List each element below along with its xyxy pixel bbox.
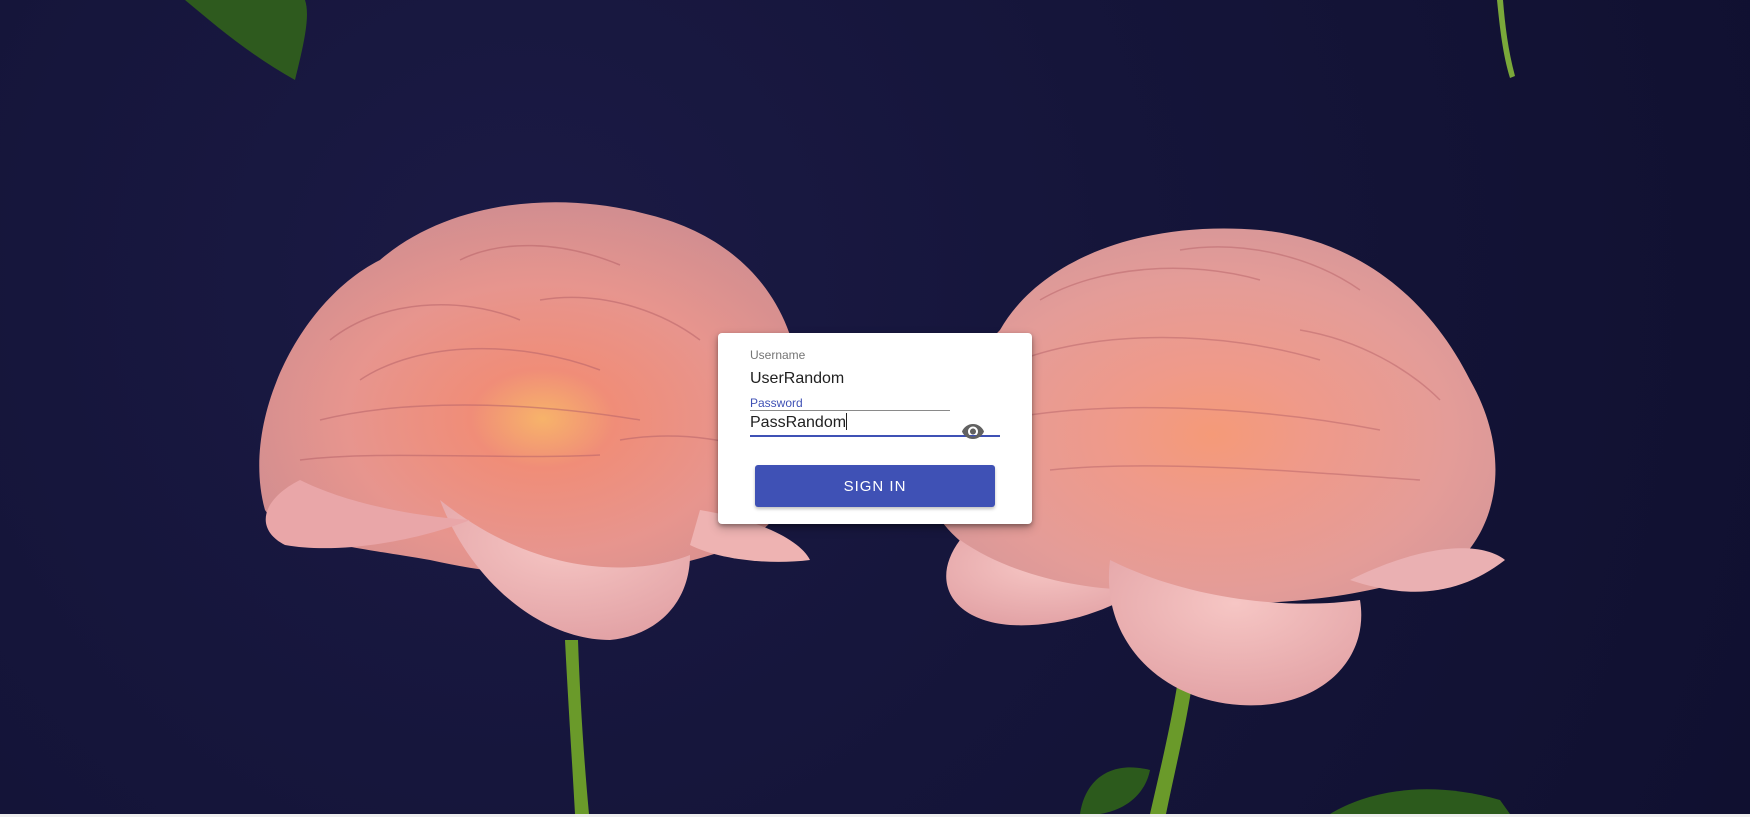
leaf-top-left	[185, 0, 307, 80]
password-visibility-toggle[interactable]	[961, 419, 985, 443]
login-page: Username UserRandom Password PassRandom …	[0, 0, 1750, 817]
leaf-bottom-2	[1330, 789, 1510, 814]
sign-in-button[interactable]: SIGN IN	[755, 465, 995, 507]
username-field[interactable]: Username UserRandom	[750, 348, 950, 411]
stem-right	[1150, 680, 1192, 814]
eye-icon	[962, 424, 984, 439]
background-photo: Username UserRandom Password PassRandom …	[0, 0, 1750, 814]
password-input[interactable]: PassRandom	[750, 414, 846, 431]
username-input[interactable]: UserRandom	[750, 369, 950, 389]
leaf-bottom-1	[1080, 767, 1150, 814]
stem-top-right	[1497, 0, 1515, 78]
text-caret	[846, 413, 848, 430]
login-card: Username UserRandom Password PassRandom …	[718, 333, 1032, 524]
stem-left	[565, 640, 589, 814]
username-label: Username	[750, 348, 806, 362]
password-label: Password	[750, 396, 803, 410]
